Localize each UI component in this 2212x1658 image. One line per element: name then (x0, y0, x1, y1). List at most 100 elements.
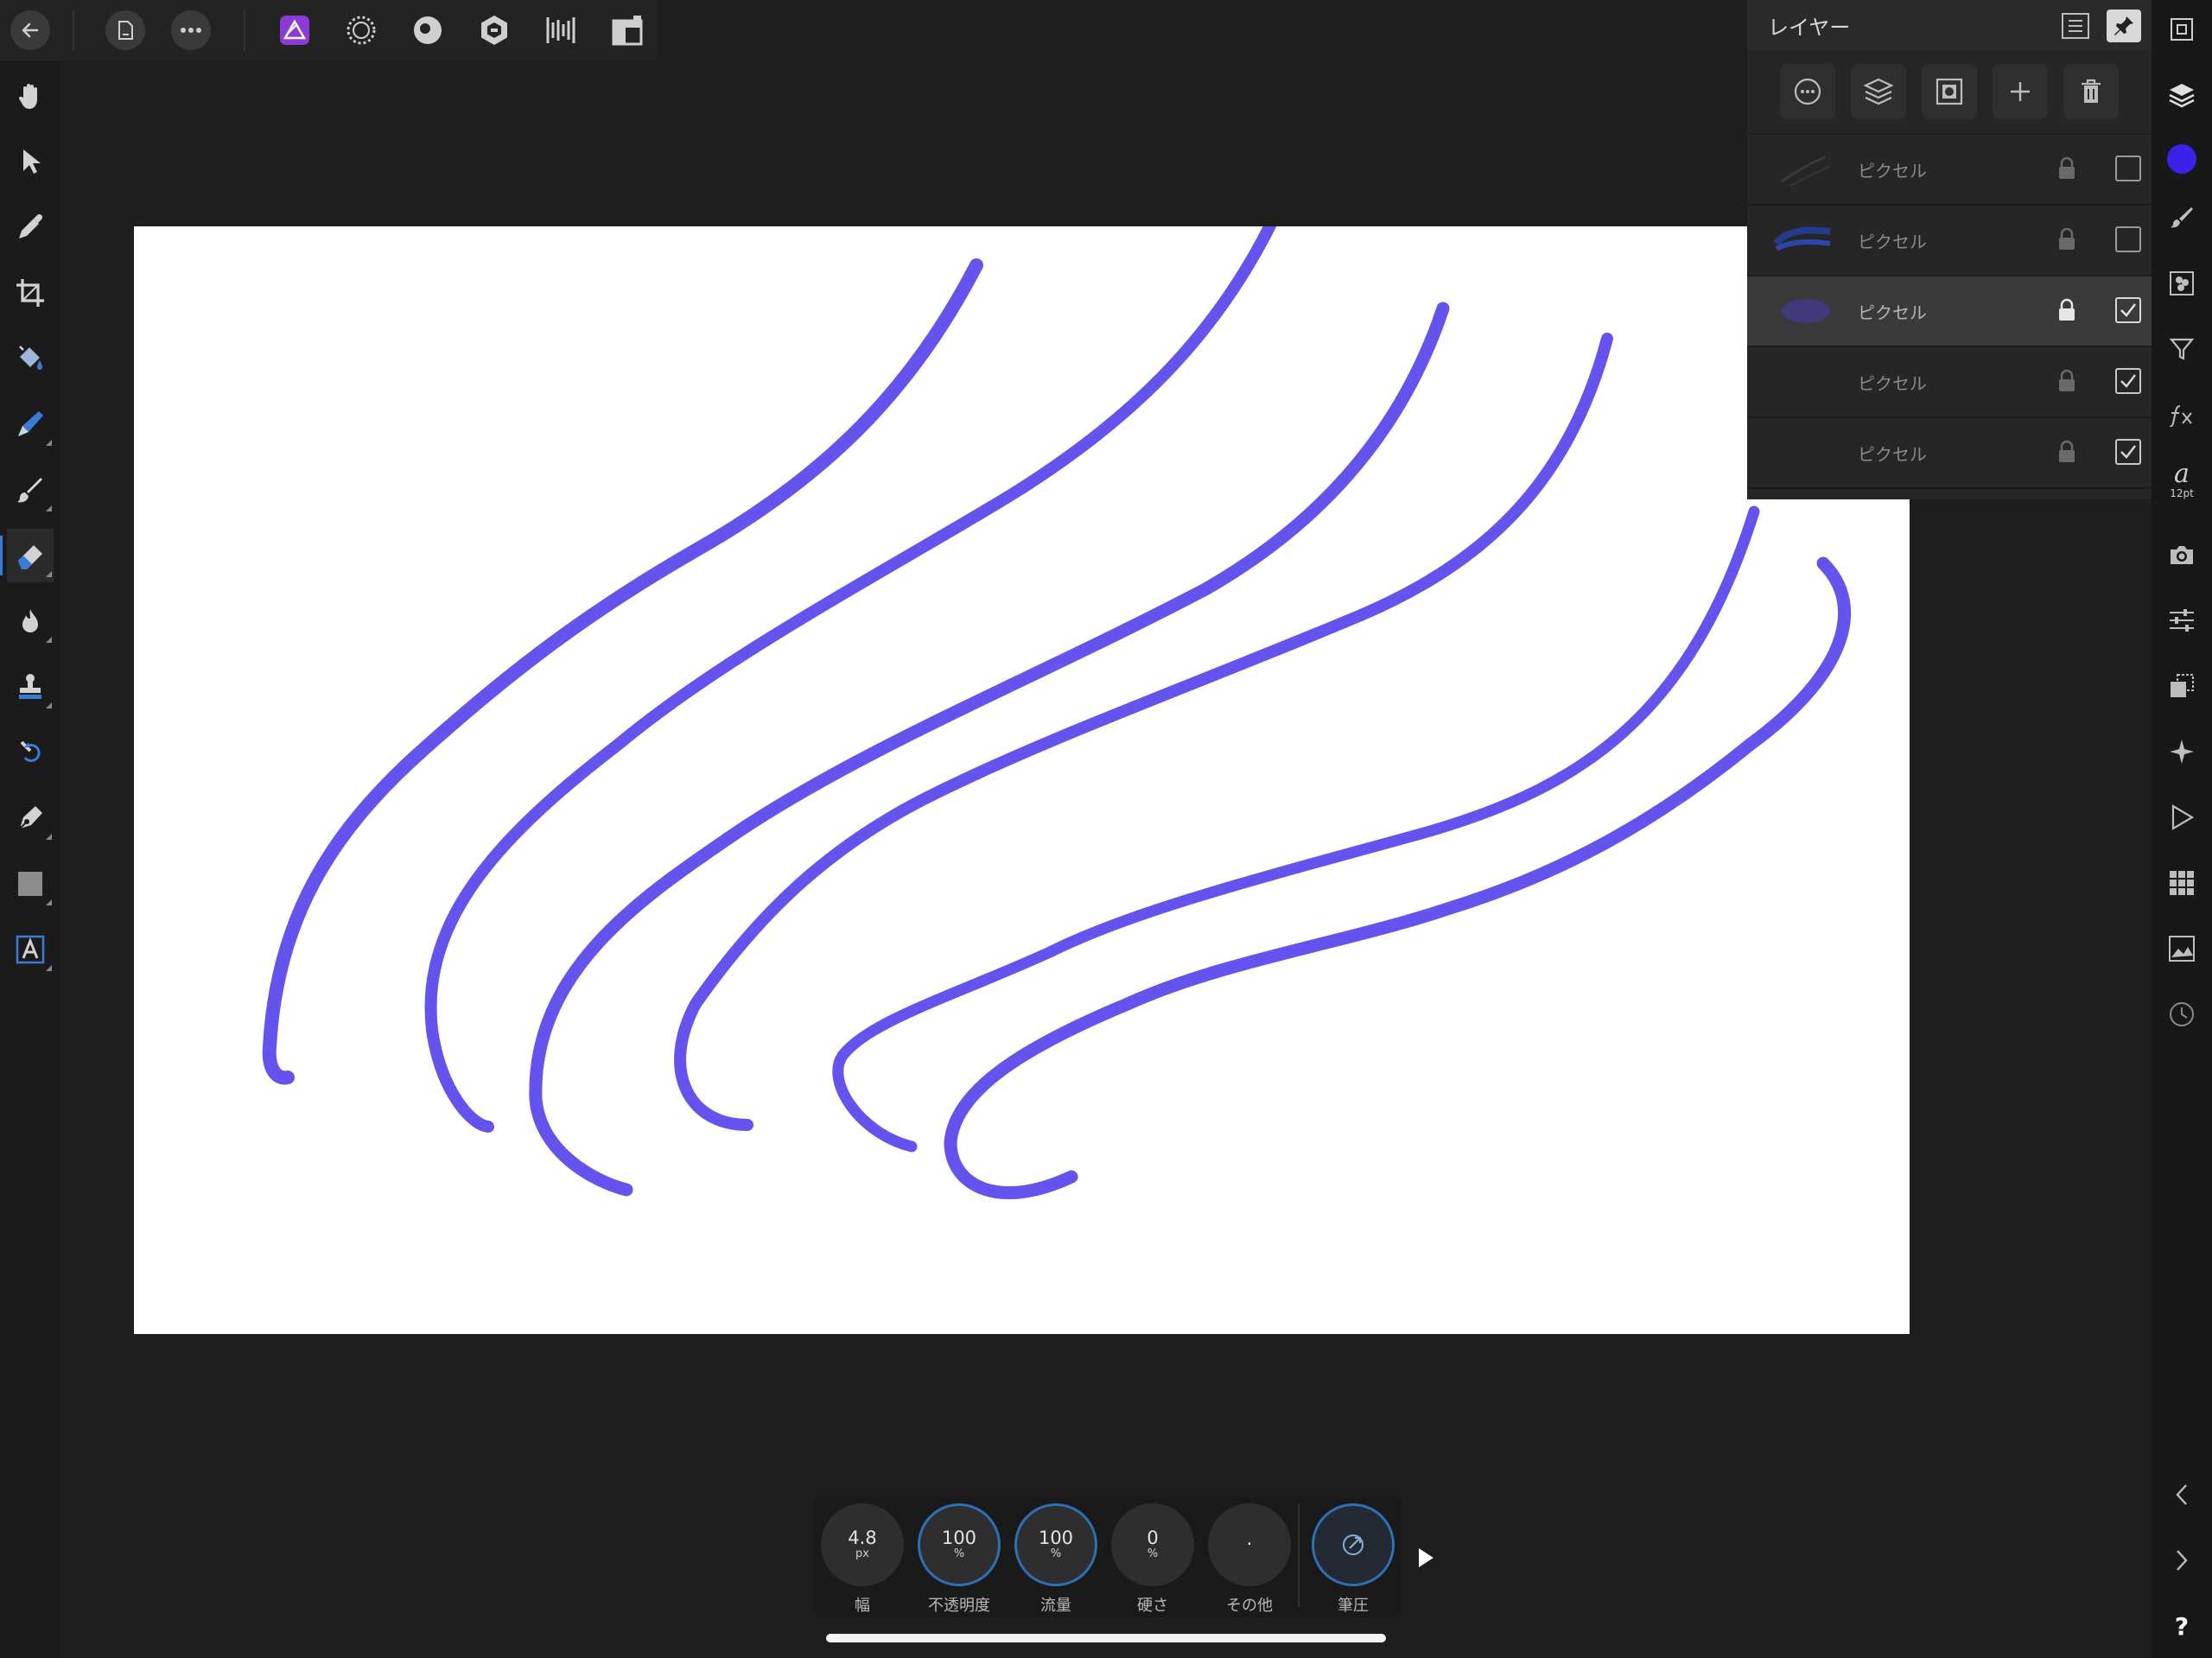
opacity-dial[interactable]: 100 % (918, 1503, 1001, 1586)
transform-studio-button[interactable] (2158, 660, 2205, 712)
stroke-1 (262, 258, 983, 1085)
layer-row[interactable]: ピクセル (1747, 206, 2152, 276)
context-toolbar-expand-icon[interactable] (1419, 1548, 1433, 1567)
fx-icon (2169, 405, 2192, 427)
lock-icon[interactable] (2056, 297, 2078, 323)
layer-name: ピクセル (1858, 444, 1927, 465)
pressure-button[interactable] (1312, 1503, 1395, 1586)
layers-stack-icon (1863, 78, 1894, 105)
pen-tool[interactable] (7, 791, 54, 845)
layers-studio-button[interactable] (2158, 69, 2205, 121)
pin-panel-button[interactable] (2107, 10, 2141, 42)
pressure-icon (1343, 1534, 1363, 1555)
more-options-dial[interactable]: · (1208, 1503, 1291, 1586)
layer-visibility-checkbox[interactable] (2115, 226, 2141, 252)
export-persona-button[interactable] (537, 7, 584, 54)
move-tool[interactable] (7, 135, 54, 188)
dodge-brush-icon (22, 609, 38, 632)
font-size-label: 12pt (2170, 486, 2194, 499)
add-layer-button[interactable] (1993, 64, 2048, 119)
tone-mapping-persona-button[interactable] (471, 7, 518, 54)
flow-value: 100 (1038, 1528, 1074, 1549)
checkmark-icon (2120, 374, 2136, 388)
channels-studio-button[interactable] (2158, 257, 2205, 309)
navigator-compass-button[interactable] (2158, 726, 2205, 778)
liquify-persona-button[interactable] (338, 7, 385, 54)
layer-row[interactable]: ピクセル (1747, 135, 2152, 206)
flood-fill-icon (19, 346, 42, 370)
undo-brush-icon (20, 740, 41, 762)
more-button[interactable] (168, 7, 214, 54)
swatches-studio-button[interactable] (2158, 857, 2205, 909)
flood-fill-tool[interactable] (7, 332, 54, 385)
back-button[interactable] (7, 7, 54, 54)
layer-visibility-checkbox[interactable] (2115, 156, 2141, 181)
stroke-6 (944, 556, 1852, 1200)
color-studio-button[interactable] (2158, 133, 2205, 185)
layer-visibility-checkbox[interactable] (2115, 297, 2141, 323)
brushes-studio-button[interactable] (2158, 192, 2205, 244)
develop-persona-button[interactable] (404, 7, 451, 54)
layer-visibility-checkbox[interactable] (2115, 439, 2141, 465)
text-tool[interactable] (7, 923, 54, 976)
layout-icon (612, 16, 643, 46)
layer-mask-button[interactable] (1922, 64, 1977, 119)
context-toolbar: 4.8 px 幅 100 % 不透明度 100 % 流量 0 % 硬さ · その… (814, 1496, 1402, 1617)
paint-brush-tool[interactable] (7, 463, 54, 517)
photo-persona-button[interactable] (271, 7, 318, 54)
effects-studio-button[interactable] (2158, 389, 2205, 441)
lock-icon[interactable] (2056, 156, 2078, 181)
history-studio-button[interactable] (2158, 988, 2205, 1040)
hardness-value: 0 (1147, 1528, 1159, 1549)
adjustments-filter-button[interactable] (2158, 323, 2205, 375)
photo-persona-icon (280, 16, 309, 45)
stroke-3 (529, 302, 1450, 1197)
help-button[interactable]: ? (2158, 1600, 2205, 1652)
layer-thumbnail (1782, 299, 1830, 323)
dodge-brush-tool[interactable] (7, 594, 54, 648)
layers-panel-title: レイヤー (1768, 15, 1851, 40)
collapse-right-button[interactable] (2158, 1534, 2205, 1586)
layer-stack-button[interactable] (1851, 64, 1906, 119)
hardness-unit: % (1147, 1547, 1159, 1561)
stock-studio-button[interactable] (2158, 529, 2205, 581)
layer-thumbnail (1773, 226, 1831, 251)
layer-visibility-checkbox[interactable] (2115, 368, 2141, 394)
layer-row[interactable]: ピクセル (1747, 418, 2152, 489)
flow-dial[interactable]: 100 % (1014, 1503, 1097, 1586)
document-button[interactable] (102, 7, 149, 54)
layer-row[interactable]: ピクセル (1747, 347, 2152, 418)
crop-tool[interactable] (7, 266, 54, 320)
layers-options-button[interactable] (2058, 10, 2093, 42)
layer-more-button[interactable] (1780, 64, 1835, 119)
layer-name: ピクセル (1858, 302, 1927, 323)
lock-icon[interactable] (2056, 368, 2078, 394)
hardness-dial[interactable]: 0 % (1111, 1503, 1194, 1586)
navigator-button[interactable] (2158, 3, 2205, 55)
erase-brush-tool[interactable] (0, 529, 54, 582)
clone-brush-tool[interactable] (7, 660, 54, 714)
chevron-right-icon (2177, 1550, 2188, 1571)
layout-button[interactable] (604, 7, 651, 54)
document-canvas[interactable] (134, 226, 1910, 1334)
color-picker-tool[interactable] (7, 200, 54, 254)
lock-icon[interactable] (2056, 226, 2078, 252)
delete-layer-button[interactable] (2063, 64, 2119, 119)
lock-icon[interactable] (2056, 439, 2078, 465)
macro-studio-button[interactable] (2158, 791, 2205, 843)
hand-tool[interactable] (7, 69, 54, 123)
layers-panel: レイヤー ピクセル ピクセル ピクセル ピクセル ピクセル (1747, 0, 2152, 499)
selection-brush-tool[interactable] (7, 397, 54, 451)
rectangle-tool[interactable] (7, 857, 54, 911)
layer-row[interactable]: ピクセル (1747, 276, 2152, 347)
layer-name: ピクセル (1858, 161, 1927, 181)
trash-icon (2082, 79, 2101, 103)
text-styles-button[interactable]: a 12pt (2158, 454, 2205, 506)
more-value: · (1246, 1534, 1253, 1555)
histogram-studio-button[interactable] (2158, 923, 2205, 975)
adjustments-studio-button[interactable] (2158, 594, 2205, 646)
layers-toolbar (1747, 50, 2152, 135)
width-dial[interactable]: 4.8 px (821, 1503, 904, 1586)
undo-brush-tool[interactable] (7, 726, 54, 779)
collapse-left-button[interactable] (2158, 1469, 2205, 1521)
